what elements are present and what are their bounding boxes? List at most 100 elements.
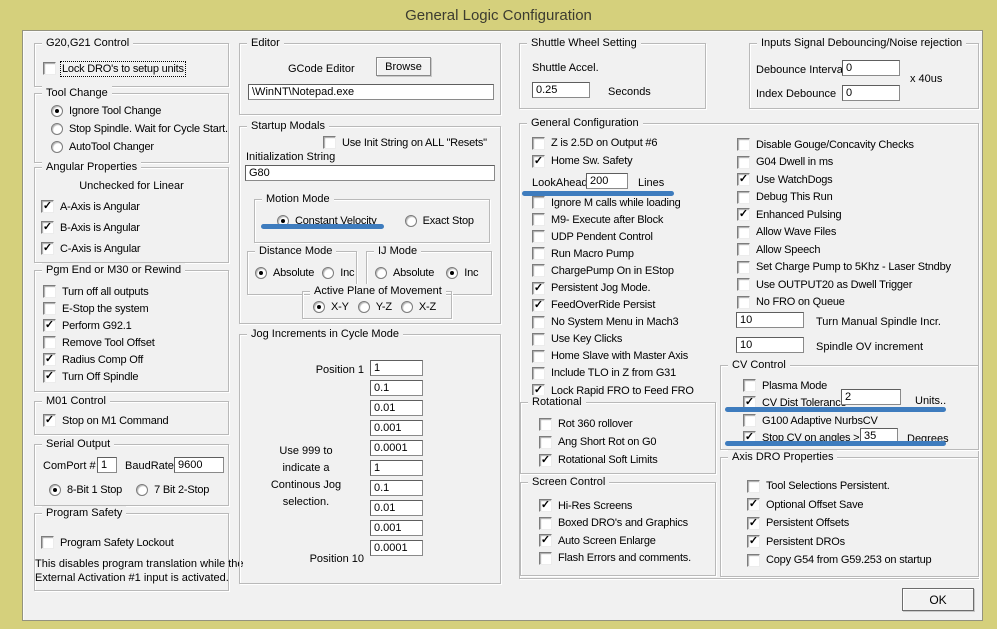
checkbox[interactable] (41, 242, 54, 255)
checkbox[interactable] (323, 136, 336, 149)
checkbox-row[interactable]: Persistent Jog Mode. (532, 279, 694, 296)
jog-increment-input[interactable] (370, 520, 423, 536)
checkbox-row[interactable]: Include TLO in Z from G31 (532, 365, 694, 382)
checkbox-row[interactable]: No System Menu in Mach3 (532, 314, 694, 331)
cv-dist-tolerance-input[interactable] (841, 389, 901, 405)
radio-button[interactable] (322, 266, 335, 279)
checkbox-row[interactable]: Ang Short Rot on G0 (539, 433, 658, 451)
checkbox-row[interactable]: Allow Speech (737, 241, 951, 259)
checkbox-row[interactable]: Perform G92.1 (43, 317, 155, 334)
checkbox[interactable] (532, 213, 545, 227)
checkbox-row[interactable]: Program Safety Lockout (41, 534, 174, 551)
checkbox[interactable] (737, 155, 750, 169)
checkbox-row[interactable]: Disable Gouge/Concavity Checks (737, 136, 951, 154)
checkbox-row[interactable]: Radius Comp Off (43, 351, 155, 368)
checkbox[interactable] (532, 366, 545, 380)
shuttle-accel-input[interactable] (532, 82, 590, 98)
comport-input[interactable] (97, 457, 117, 473)
checkbox-row[interactable]: Tool Selections Persistent. (747, 477, 931, 496)
radio-button[interactable] (357, 301, 370, 313)
checkbox[interactable] (539, 516, 552, 530)
checkbox[interactable] (43, 62, 56, 75)
checkbox[interactable] (539, 534, 552, 548)
checkbox-row[interactable]: Use Init String on ALL "Resets" (323, 134, 487, 151)
checkbox[interactable] (532, 315, 545, 329)
checkbox-row[interactable]: Remove Tool Offset (43, 334, 155, 351)
checkbox[interactable] (737, 243, 750, 257)
initialization-string-input[interactable] (245, 165, 495, 181)
checkbox[interactable] (747, 516, 760, 530)
checkbox[interactable] (747, 479, 760, 493)
checkbox-row[interactable]: Hi-Res Screens (539, 497, 691, 515)
checkbox[interactable] (532, 154, 545, 168)
checkbox[interactable] (532, 332, 545, 346)
checkbox-row[interactable]: Z is 2.5D on Output #6 (532, 134, 657, 152)
checkbox-row[interactable]: Rotational Soft Limits (539, 451, 658, 469)
radio-row[interactable]: Ignore Tool Change (51, 102, 228, 120)
ok-button[interactable]: OK (902, 588, 974, 611)
radio-button[interactable] (404, 214, 417, 227)
checkbox-row[interactable]: Home Sw. Safety (532, 152, 657, 170)
checkbox[interactable] (743, 379, 756, 392)
checkbox[interactable] (737, 260, 750, 274)
radio-row[interactable]: X-Y (313, 300, 349, 314)
checkbox[interactable] (737, 138, 750, 152)
radio-button[interactable] (400, 301, 413, 313)
radio-row[interactable]: Stop Spindle. Wait for Cycle Start. (51, 120, 228, 138)
plasma-mode-row[interactable]: Plasma Mode (743, 379, 827, 392)
checkbox[interactable] (41, 536, 54, 549)
checkbox[interactable] (532, 298, 545, 312)
radio-button[interactable] (49, 483, 61, 496)
checkbox-row[interactable]: UDP Pendent Control (532, 228, 694, 245)
checkbox[interactable] (43, 336, 56, 349)
checkbox-row[interactable]: Stop on M1 Command (43, 412, 169, 429)
checkbox-row[interactable]: Copy G54 from G59.253 on startup (747, 551, 932, 570)
checkbox-row[interactable]: Optional Offset Save (747, 496, 931, 515)
checkbox-row[interactable]: Use OUTPUT20 as Dwell Trigger (737, 276, 951, 294)
radio-button[interactable] (313, 301, 325, 313)
checkbox[interactable] (43, 414, 56, 427)
checkbox[interactable] (43, 285, 56, 298)
checkbox-row[interactable]: G04 Dwell in ms (737, 154, 951, 172)
checkbox[interactable] (539, 551, 552, 565)
radio-row[interactable]: Exact Stop (404, 212, 474, 229)
jog-increment-input[interactable] (370, 480, 423, 496)
radio-row[interactable]: Absolute (375, 264, 434, 281)
baudrate-input[interactable] (174, 457, 224, 473)
checkbox-row[interactable]: ChargePump On in EStop (532, 262, 694, 279)
checkbox[interactable] (532, 136, 545, 150)
radio-button[interactable] (255, 266, 267, 279)
manual-spindle-incr-input[interactable] (736, 312, 804, 328)
checkbox-row[interactable]: E-Stop the system (43, 300, 155, 317)
radio-row[interactable]: X-Z (400, 300, 436, 314)
checkbox-row[interactable]: Turn Off Spindle (43, 368, 155, 385)
radio-button[interactable] (446, 266, 459, 279)
jog-increment-input[interactable] (370, 420, 423, 436)
checkbox[interactable] (737, 208, 750, 222)
checkbox-row[interactable]: Persistent DROs (747, 533, 931, 552)
radio-row[interactable]: Inc (446, 264, 478, 281)
checkbox-row[interactable]: Ignore M calls while loading (532, 194, 694, 211)
radio-button[interactable] (51, 141, 63, 153)
checkbox-row[interactable]: B-Axis is Angular (41, 217, 140, 238)
radio-row[interactable]: AutoTool Changer (51, 138, 228, 156)
checkbox-row[interactable]: Use WatchDogs (737, 171, 951, 189)
checkbox-row[interactable]: C-Axis is Angular (41, 238, 141, 259)
lookahead-input[interactable] (586, 173, 628, 189)
gcode-editor-path-input[interactable] (248, 84, 494, 100)
checkbox[interactable] (737, 173, 750, 187)
checkbox-row[interactable]: M9- Execute after Block (532, 211, 694, 228)
checkbox-row[interactable]: Flash Errors and comments. (539, 550, 691, 568)
radio-button[interactable] (136, 483, 149, 496)
checkbox[interactable] (747, 498, 760, 512)
checkbox-row[interactable]: Home Slave with Master Axis (532, 348, 694, 365)
checkbox-row[interactable]: Auto Screen Enlarge (539, 532, 691, 550)
checkbox-row[interactable]: Set Charge Pump to 5Khz - Laser Stndby (737, 259, 951, 277)
checkbox-row[interactable]: No FRO on Queue (737, 294, 951, 312)
checkbox-row[interactable]: Allow Wave Files (737, 224, 951, 242)
checkbox-row[interactable]: A-Axis is Angular (41, 196, 140, 217)
checkbox[interactable] (539, 435, 552, 449)
checkbox[interactable] (539, 417, 552, 431)
checkbox[interactable] (532, 230, 545, 244)
checkbox-row[interactable]: Debug This Run (737, 189, 951, 207)
